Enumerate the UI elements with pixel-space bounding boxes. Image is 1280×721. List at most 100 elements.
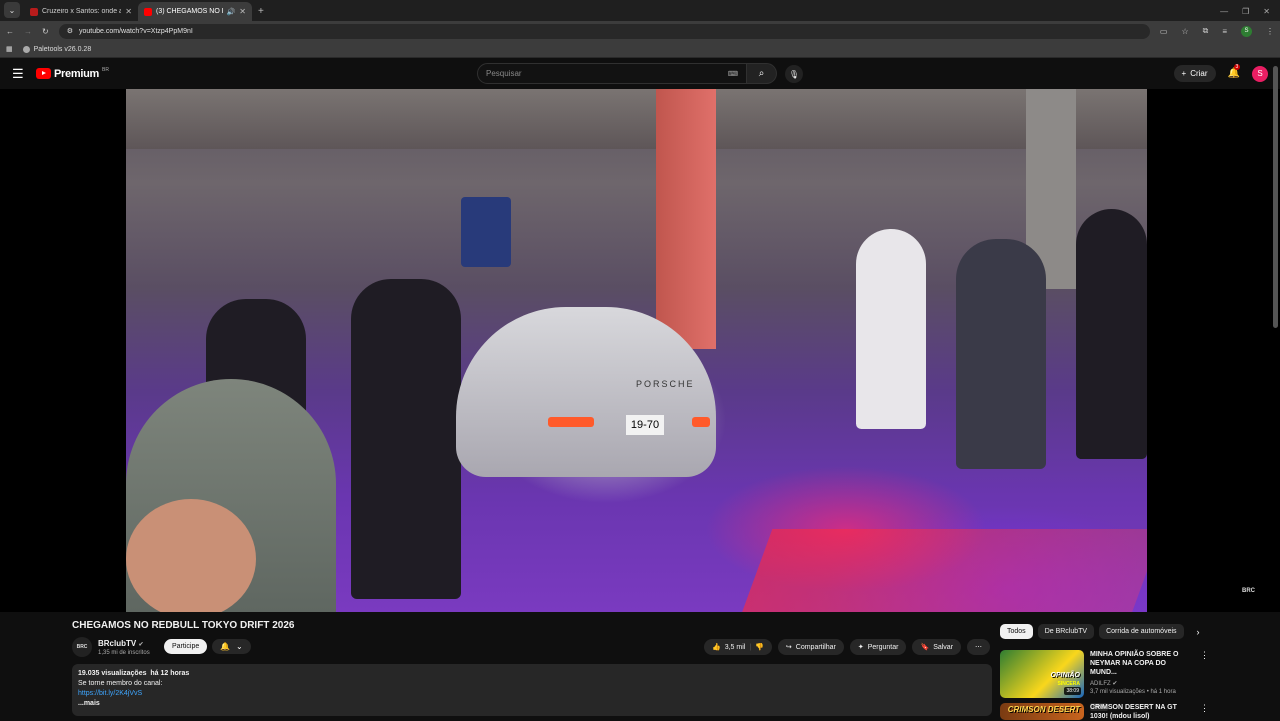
window-controls: — ❐ ✕ — [1220, 7, 1280, 21]
show-more-link[interactable]: ...mais — [78, 700, 100, 707]
video-frame[interactable]: PORSCHE 19-70 — [126, 89, 1147, 612]
account-avatar[interactable]: S — [1252, 65, 1268, 82]
channel-avatar[interactable]: BRC — [72, 637, 92, 657]
bell-icon: 🔔 — [220, 642, 230, 651]
share-button[interactable]: ↪ Compartilhar — [777, 639, 844, 655]
scene-person — [351, 279, 461, 599]
chip-racing[interactable]: Corrida de automóveis — [1099, 624, 1184, 639]
profile-avatar[interactable]: S — [1241, 25, 1252, 37]
tab-title: Cruzeiro x Santos: onde assisti — [42, 8, 122, 15]
youtube-favicon-icon — [30, 7, 38, 16]
bookmarks-bar: ▦ Paletools v26.0.28 — [0, 41, 1280, 58]
youtube-favicon-icon — [144, 7, 152, 16]
cast-icon[interactable]: ▭ — [1160, 27, 1168, 36]
media-control-icon[interactable]: ≡ — [1222, 27, 1227, 36]
new-tab-icon[interactable]: + — [258, 6, 264, 17]
bookmark-paletools[interactable]: Paletools v26.0.28 — [22, 45, 91, 53]
recommendation-thumbnail[interactable]: CRIMSON DESERT — [1000, 703, 1084, 720]
back-icon[interactable]: ← — [6, 27, 14, 36]
subscriber-count: 1,35 mi de inscritos — [98, 649, 150, 656]
youtube-header: ☰ Premium BR Pesquisar ⌨ ⌕ 🎙 + Criar 🔔 3… — [0, 58, 1280, 89]
ask-button[interactable]: ✦ Perguntar — [849, 639, 907, 655]
browser-menu-icon[interactable]: ⋮ — [1266, 27, 1274, 36]
share-label: Compartilhar — [795, 643, 836, 651]
chip-all[interactable]: Todos — [1000, 624, 1033, 639]
search-bar: Pesquisar ⌨ ⌕ — [477, 63, 777, 84]
browser-toolbar: ← → ↻ ⚙ youtube.com/watch?v=Xtzp4PpM9nI … — [0, 21, 1280, 41]
close-tab-icon[interactable]: ✕ — [239, 7, 246, 16]
thumbs-up-icon: 👍 — [712, 644, 721, 651]
video-player[interactable]: PORSCHE 19-70 BRC — [0, 89, 1280, 612]
thumbnail-caption: CRIMSON DESERT — [1007, 705, 1080, 714]
related-chips: Todos De BRclubTV Corrida de automóveis … — [1000, 624, 1200, 639]
chip-from-channel[interactable]: De BRclubTV — [1037, 624, 1095, 639]
search-placeholder: Pesquisar — [486, 69, 522, 78]
forward-icon[interactable]: → — [24, 27, 32, 36]
more-vertical-icon[interactable]: ⋮ — [1200, 703, 1209, 721]
divider: | — [749, 643, 752, 651]
recommendation-channel: ADILFZ ✔ — [1090, 681, 1118, 687]
youtube-logo[interactable]: Premium BR — [36, 67, 109, 80]
close-window-icon[interactable]: ✕ — [1263, 7, 1270, 16]
more-actions-button[interactable]: ⋯ — [967, 639, 991, 655]
speaker-icon[interactable]: 🔊 — [227, 8, 236, 16]
apps-grid-icon[interactable]: ▦ — [6, 45, 13, 53]
scene-floor-logo — [739, 529, 1147, 612]
more-horizontal-icon: ⋯ — [975, 644, 983, 651]
car-brand: PORSCHE — [636, 379, 695, 389]
create-button[interactable]: + Criar — [1173, 65, 1216, 82]
save-label: Salvar — [933, 643, 954, 651]
close-tab-icon[interactable]: ✕ — [125, 7, 132, 16]
scene-car: PORSCHE 19-70 — [456, 307, 716, 477]
chevron-right-icon[interactable]: › — [1197, 627, 1200, 637]
recommendation-meta: 3,7 mil visualizações • há 1 hora — [1090, 689, 1176, 695]
thumbnail-caption: OPINIÃO — [1050, 672, 1080, 679]
channel-name[interactable]: BRclubTV ✔ — [98, 639, 150, 648]
car-taillight — [548, 417, 594, 427]
scene-banner — [461, 197, 511, 267]
recommendation-title[interactable]: CRIMSON DESERT NA GT 1030! (mdou lisol) — [1090, 703, 1194, 721]
upload-age: há 12 horas — [150, 670, 190, 677]
description-link[interactable]: https://bit.ly/2K4jVvS — [78, 689, 986, 699]
join-button[interactable]: Participe — [164, 639, 208, 654]
site-info-icon[interactable]: ⚙ — [67, 27, 73, 35]
scene-person — [956, 239, 1046, 469]
verified-icon: ✔ — [138, 641, 144, 648]
video-duration: 38:09 — [1064, 687, 1081, 695]
plus-icon: + — [1181, 69, 1187, 78]
search-button[interactable]: ⌕ — [747, 63, 777, 84]
bookmark-star-icon[interactable]: ☆ — [1181, 27, 1188, 36]
browser-tab-active[interactable]: (3) CHEGAMOS NO REDBU 🔊 ✕ — [138, 2, 252, 21]
sparkle-icon: ✦ — [857, 644, 864, 651]
browser-tab-bar: ⌄ Cruzeiro x Santos: onde assisti ✕ (3) … — [0, 0, 1280, 21]
browser-tab[interactable]: Cruzeiro x Santos: onde assisti ✕ — [24, 2, 138, 21]
share-icon: ↪ — [785, 644, 792, 651]
recommendation-thumbnail[interactable]: OPINIÃO SINCERA 38:09 — [1000, 650, 1084, 698]
extensions-icon[interactable]: ⧉ — [1203, 26, 1209, 36]
tab-search-button[interactable]: ⌄ — [4, 2, 20, 18]
search-input[interactable]: Pesquisar ⌨ — [477, 63, 747, 84]
recommendation-item[interactable]: CRIMSON DESERT CRIMSON DESERT NA GT 1030… — [1000, 703, 1209, 721]
youtube-play-logo-icon — [36, 68, 51, 79]
like-dislike-button[interactable]: 👍 3,5 mil | 👎 — [704, 639, 772, 655]
keyboard-icon[interactable]: ⌨ — [728, 70, 738, 78]
page-scrollbar[interactable] — [1273, 66, 1278, 328]
description-box[interactable]: 19.035 visualizações há 12 horas Se torn… — [72, 664, 992, 716]
car-taillight — [692, 417, 710, 427]
restore-icon[interactable]: ❐ — [1242, 7, 1249, 16]
subscription-bell-button[interactable]: 🔔 ⌄ — [212, 639, 251, 654]
thumbs-down-icon[interactable]: 👎 — [755, 643, 764, 651]
notifications-button[interactable]: 🔔 3 — [1228, 64, 1241, 79]
address-bar[interactable]: ⚙ youtube.com/watch?v=Xtzp4PpM9nI — [58, 23, 1150, 39]
microphone-icon: 🎙 — [788, 69, 800, 79]
recommendation-title[interactable]: MINHA OPINIÃO SOBRE O NEYMAR NA COPA DO … — [1090, 650, 1194, 677]
watch-metadata: CHEGAMOS NO REDBULL TOKYO DRIFT 2026 BRC… — [0, 612, 1280, 720]
bookmark-icon: 🔖 — [920, 644, 930, 651]
scene-person — [1076, 209, 1147, 459]
minimize-icon[interactable]: — — [1220, 7, 1228, 16]
save-button[interactable]: 🔖 Salvar — [912, 639, 962, 655]
hamburger-menu-icon[interactable]: ☰ — [12, 66, 34, 82]
voice-search-button[interactable]: 🎙 — [785, 65, 803, 83]
channel-watermark[interactable]: BRC — [1242, 588, 1255, 594]
reload-icon[interactable]: ↻ — [42, 27, 49, 36]
